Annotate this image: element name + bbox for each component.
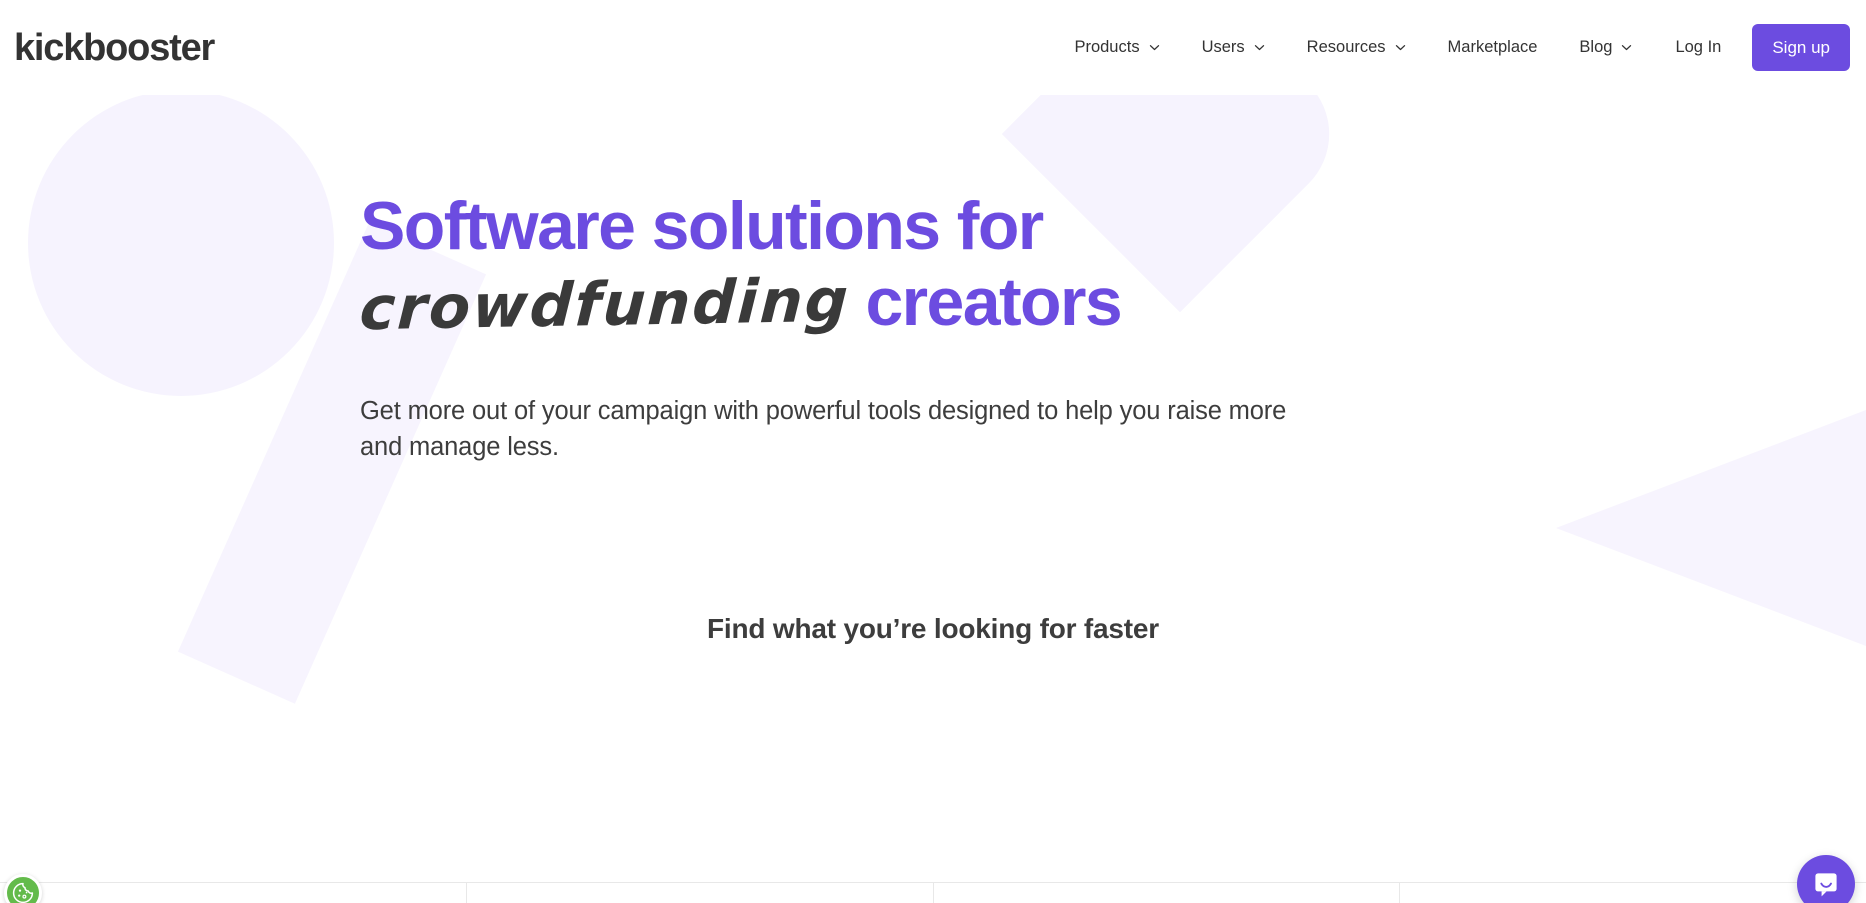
find-section-heading: Find what you’re looking for faster — [707, 613, 1159, 645]
chat-launcher-button[interactable] — [1797, 855, 1855, 903]
feature-columns-grid — [0, 882, 1866, 903]
nav-item-label: Resources — [1306, 38, 1386, 56]
hero-subtitle: Get more out of your campaign with power… — [360, 397, 1287, 462]
feature-column[interactable] — [467, 883, 934, 903]
main-navigation: Products Users Resources Marketplace Blo… — [1053, 24, 1850, 71]
cookie-icon — [11, 881, 35, 903]
brand-logo[interactable]: kickbooster — [14, 29, 215, 67]
nav-item-users[interactable]: Users — [1181, 28, 1286, 67]
nav-item-products[interactable]: Products — [1053, 28, 1180, 67]
chevron-down-icon — [1621, 42, 1632, 53]
chat-bubble-icon — [1812, 870, 1840, 898]
feature-column[interactable] — [934, 883, 1401, 903]
signup-button[interactable]: Sign up — [1752, 24, 1850, 71]
nav-item-label: Marketplace — [1447, 38, 1538, 56]
chevron-down-icon — [1149, 42, 1160, 53]
nav-item-label: Products — [1074, 38, 1140, 56]
nav-item-blog[interactable]: Blog — [1558, 28, 1653, 67]
hero-title-tail-word: creators — [865, 264, 1122, 341]
find-section: Find what you’re looking for faster — [0, 613, 1866, 645]
nav-item-label: Users — [1201, 38, 1245, 56]
hero-title-line-2: crowdfunding creators — [358, 264, 1420, 345]
hero-title: Software solutions for crowdfunding creat… — [358, 188, 1420, 345]
site-header: kickbooster Products Users Resources Mar… — [0, 0, 1866, 95]
login-link[interactable]: Log In — [1653, 28, 1743, 67]
chevron-down-icon — [1395, 42, 1406, 53]
hero-section: Software solutions for crowdfunding creat… — [0, 95, 1866, 465]
feature-column[interactable] — [0, 883, 467, 903]
cookie-consent-button[interactable] — [4, 874, 42, 903]
chevron-down-icon — [1254, 42, 1265, 53]
hero-title-script-word: crowdfunding — [357, 265, 852, 345]
nav-item-marketplace[interactable]: Marketplace — [1427, 28, 1559, 67]
hero-title-line-1: Software solutions for — [360, 188, 1044, 264]
nav-item-label: Blog — [1579, 38, 1613, 56]
nav-item-resources[interactable]: Resources — [1286, 28, 1427, 67]
